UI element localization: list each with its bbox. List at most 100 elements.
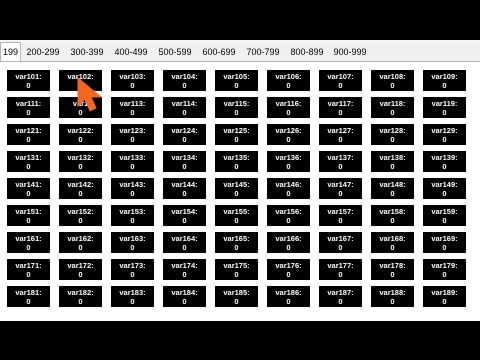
variable-cell[interactable]: var139: 0 — [423, 151, 466, 172]
variable-cell[interactable]: var103: 0 — [111, 70, 154, 91]
variable-cell[interactable]: var163: 0 — [111, 232, 154, 253]
variable-cell[interactable]: var136: 0 — [267, 151, 310, 172]
variable-value: 0 — [442, 81, 447, 90]
variable-cell[interactable]: var189: 0 — [423, 286, 466, 307]
variable-cell[interactable]: var145: 0 — [215, 178, 258, 199]
variable-cell[interactable]: var108: 0 — [371, 70, 414, 91]
variable-cell[interactable]: var178: 0 — [371, 259, 414, 280]
variable-cell[interactable]: var153: 0 — [111, 205, 154, 226]
variable-cell[interactable]: var149: 0 — [423, 178, 466, 199]
variable-cell[interactable]: var121: 0 — [7, 124, 50, 145]
variable-cell[interactable]: var118: 0 — [371, 97, 414, 118]
variable-cell[interactable]: var165: 0 — [215, 232, 258, 253]
variable-cell[interactable]: var133: 0 — [111, 151, 154, 172]
variable-cell[interactable]: var151: 0 — [7, 205, 50, 226]
variable-cell[interactable]: var124: 0 — [163, 124, 206, 145]
variable-cell[interactable]: var174: 0 — [163, 259, 206, 280]
variable-cell[interactable]: var143: 0 — [111, 178, 154, 199]
variable-cell[interactable]: var129: 0 — [423, 124, 466, 145]
variable-cell[interactable]: var173: 0 — [111, 259, 154, 280]
variable-cell[interactable]: var123: 0 — [111, 124, 154, 145]
variable-label: var174: — [171, 261, 198, 270]
variable-cell[interactable]: var142: 0 — [59, 178, 102, 199]
variable-cell[interactable]: var162: 0 — [59, 232, 102, 253]
tab-5[interactable]: 600-699 — [199, 44, 239, 60]
tab-1[interactable]: 200-299 — [23, 44, 63, 60]
variable-label: var183: — [119, 288, 146, 297]
tab-4[interactable]: 500-599 — [155, 44, 195, 60]
variable-cell[interactable]: var101: 0 — [7, 70, 50, 91]
variable-cell[interactable]: var182: 0 — [59, 286, 102, 307]
variable-cell[interactable]: var171: 0 — [7, 259, 50, 280]
variable-value: 0 — [442, 270, 447, 279]
variable-label: var173: — [119, 261, 146, 270]
variable-label: var187: — [327, 288, 354, 297]
variable-cell[interactable]: var116: 0 — [267, 97, 310, 118]
variable-cell[interactable]: var144: 0 — [163, 178, 206, 199]
variable-cell[interactable]: var127: 0 — [319, 124, 362, 145]
variable-cell[interactable]: var106: 0 — [267, 70, 310, 91]
variable-cell[interactable]: var122: 0 — [59, 124, 102, 145]
variable-cell[interactable]: var159: 0 — [423, 205, 466, 226]
variable-cell[interactable]: var105: 0 — [215, 70, 258, 91]
variable-cell[interactable]: var115: 0 — [215, 97, 258, 118]
variable-cell[interactable]: var131: 0 — [7, 151, 50, 172]
variable-cell[interactable]: var187: 0 — [319, 286, 362, 307]
variable-cell[interactable]: var155: 0 — [215, 205, 258, 226]
variable-cell[interactable]: var146: 0 — [267, 178, 310, 199]
variable-cell[interactable]: var104: 0 — [163, 70, 206, 91]
variable-label: var163: — [119, 234, 146, 243]
variable-cell[interactable]: var152: 0 — [59, 205, 102, 226]
variable-cell[interactable]: var107: 0 — [319, 70, 362, 91]
variable-cell[interactable]: var186: 0 — [267, 286, 310, 307]
variable-cell[interactable]: var154: 0 — [163, 205, 206, 226]
variable-cell[interactable]: var117: 0 — [319, 97, 362, 118]
variable-cell[interactable]: var132: 0 — [59, 151, 102, 172]
variable-cell[interactable]: var166: 0 — [267, 232, 310, 253]
variable-cell[interactable]: var158: 0 — [371, 205, 414, 226]
variable-cell[interactable]: var161: 0 — [7, 232, 50, 253]
variable-cell[interactable]: var164: 0 — [163, 232, 206, 253]
variable-cell[interactable]: var141: 0 — [7, 178, 50, 199]
variable-cell[interactable]: var175: 0 — [215, 259, 258, 280]
tab-7[interactable]: 800-899 — [287, 44, 327, 60]
tab-8[interactable]: 900-999 — [330, 44, 370, 60]
variable-cell[interactable]: var168: 0 — [371, 232, 414, 253]
variable-cell[interactable]: var125: 0 — [215, 124, 258, 145]
variable-cell[interactable]: var183: 0 — [111, 286, 154, 307]
variable-cell[interactable]: var128: 0 — [371, 124, 414, 145]
variable-cell[interactable]: var181: 0 — [7, 286, 50, 307]
variable-cell[interactable]: var179: 0 — [423, 259, 466, 280]
variable-cell[interactable]: var169: 0 — [423, 232, 466, 253]
variable-cell[interactable]: var167: 0 — [319, 232, 362, 253]
variable-cell[interactable]: var111: 0 — [7, 97, 50, 118]
variable-cell[interactable]: var126: 0 — [267, 124, 310, 145]
variable-cell[interactable]: var176: 0 — [267, 259, 310, 280]
variable-value: 0 — [234, 297, 239, 306]
variable-cell[interactable]: var137: 0 — [319, 151, 362, 172]
variable-value: 0 — [130, 243, 135, 252]
tab-3[interactable]: 400-499 — [111, 44, 151, 60]
variable-cell[interactable]: var135: 0 — [215, 151, 258, 172]
variable-cell[interactable]: var109: 0 — [423, 70, 466, 91]
variable-cell[interactable]: var188: 0 — [371, 286, 414, 307]
variable-cell[interactable]: var148: 0 — [371, 178, 414, 199]
variable-cell[interactable]: var114: 0 — [163, 97, 206, 118]
tab-0[interactable]: 199 — [0, 42, 21, 62]
tab-6[interactable]: 700-799 — [243, 44, 283, 60]
variable-cell[interactable]: var138: 0 — [371, 151, 414, 172]
variable-cell[interactable]: var157: 0 — [319, 205, 362, 226]
variable-label: var184: — [171, 288, 198, 297]
variable-cell[interactable]: var185: 0 — [215, 286, 258, 307]
variable-cell[interactable]: var113: 0 — [111, 97, 154, 118]
variable-cell[interactable]: var134: 0 — [163, 151, 206, 172]
variable-cell[interactable]: var172: 0 — [59, 259, 102, 280]
variable-cell[interactable]: var119: 0 — [423, 97, 466, 118]
variable-cell[interactable]: var177: 0 — [319, 259, 362, 280]
tab-2[interactable]: 300-399 — [67, 44, 107, 60]
variable-cell[interactable]: var147: 0 — [319, 178, 362, 199]
variable-value: 0 — [442, 162, 447, 171]
variable-value: 0 — [442, 243, 447, 252]
variable-cell[interactable]: var156: 0 — [267, 205, 310, 226]
variable-cell[interactable]: var184: 0 — [163, 286, 206, 307]
